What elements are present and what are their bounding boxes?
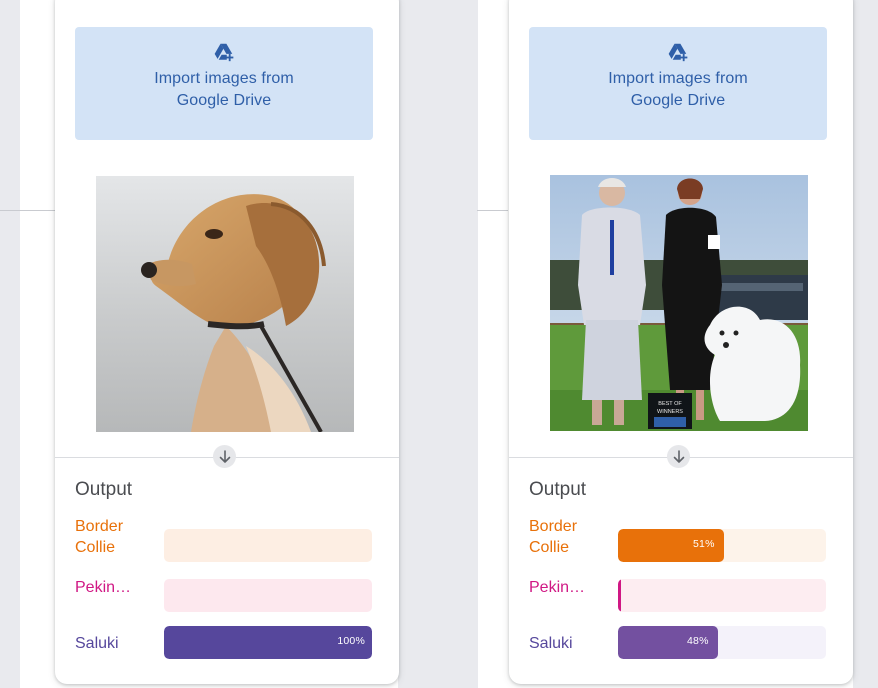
background-divider-middle bbox=[477, 210, 508, 211]
arrow-down-icon bbox=[219, 449, 230, 463]
probability-bar-saluki: 100% bbox=[164, 626, 372, 659]
probability-text-saluki: 100% bbox=[337, 635, 365, 647]
import-google-drive-button[interactable]: Import images from Google Drive bbox=[529, 27, 827, 140]
import-button-label: Import images from Google Drive bbox=[154, 70, 294, 109]
google-drive-add-icon bbox=[214, 43, 234, 62]
page-background-left bbox=[0, 0, 20, 688]
background-divider-left bbox=[0, 210, 55, 211]
prediction-card-2: Import images from Google Drive BEST OF … bbox=[509, 0, 853, 684]
class-label-border-collie: Border Collie bbox=[75, 518, 124, 556]
arrow-down-icon bbox=[673, 449, 684, 463]
probability-bar-saluki: 48% bbox=[618, 626, 826, 659]
class-label-pekinese: Pekin… bbox=[529, 579, 586, 596]
prediction-card-1: Import images from Google Drive Output B… bbox=[55, 0, 399, 684]
probability-bar-border-collie bbox=[164, 529, 372, 562]
import-button-label: Import images from Google Drive bbox=[608, 70, 748, 109]
probability-bar-border-collie: 51% bbox=[618, 529, 826, 562]
input-image-dog-show: BEST OF WINNERS bbox=[550, 175, 808, 431]
input-image-saluki bbox=[96, 176, 354, 432]
class-label-saluki: Saluki bbox=[529, 635, 573, 652]
output-heading: Output bbox=[529, 479, 587, 500]
google-drive-add-icon bbox=[668, 43, 688, 62]
flow-arrow bbox=[667, 445, 690, 468]
probability-fill-pekinese bbox=[618, 579, 621, 612]
import-google-drive-button[interactable]: Import images from Google Drive bbox=[75, 27, 373, 140]
svg-text:WINNERS: WINNERS bbox=[657, 409, 683, 415]
probability-bar-pekinese bbox=[618, 579, 826, 612]
page-background-right bbox=[853, 0, 878, 688]
output-heading: Output bbox=[75, 479, 133, 500]
flow-arrow bbox=[213, 445, 236, 468]
probability-text-saluki: 48% bbox=[687, 635, 709, 647]
class-label-border-collie: Border Collie bbox=[529, 518, 578, 556]
class-label-saluki: Saluki bbox=[75, 635, 119, 652]
probability-bar-pekinese bbox=[164, 579, 372, 612]
page-background-middle bbox=[398, 0, 478, 688]
svg-text:BEST OF: BEST OF bbox=[658, 401, 682, 407]
class-label-pekinese: Pekin… bbox=[75, 579, 132, 596]
probability-text-border-collie: 51% bbox=[693, 538, 715, 550]
